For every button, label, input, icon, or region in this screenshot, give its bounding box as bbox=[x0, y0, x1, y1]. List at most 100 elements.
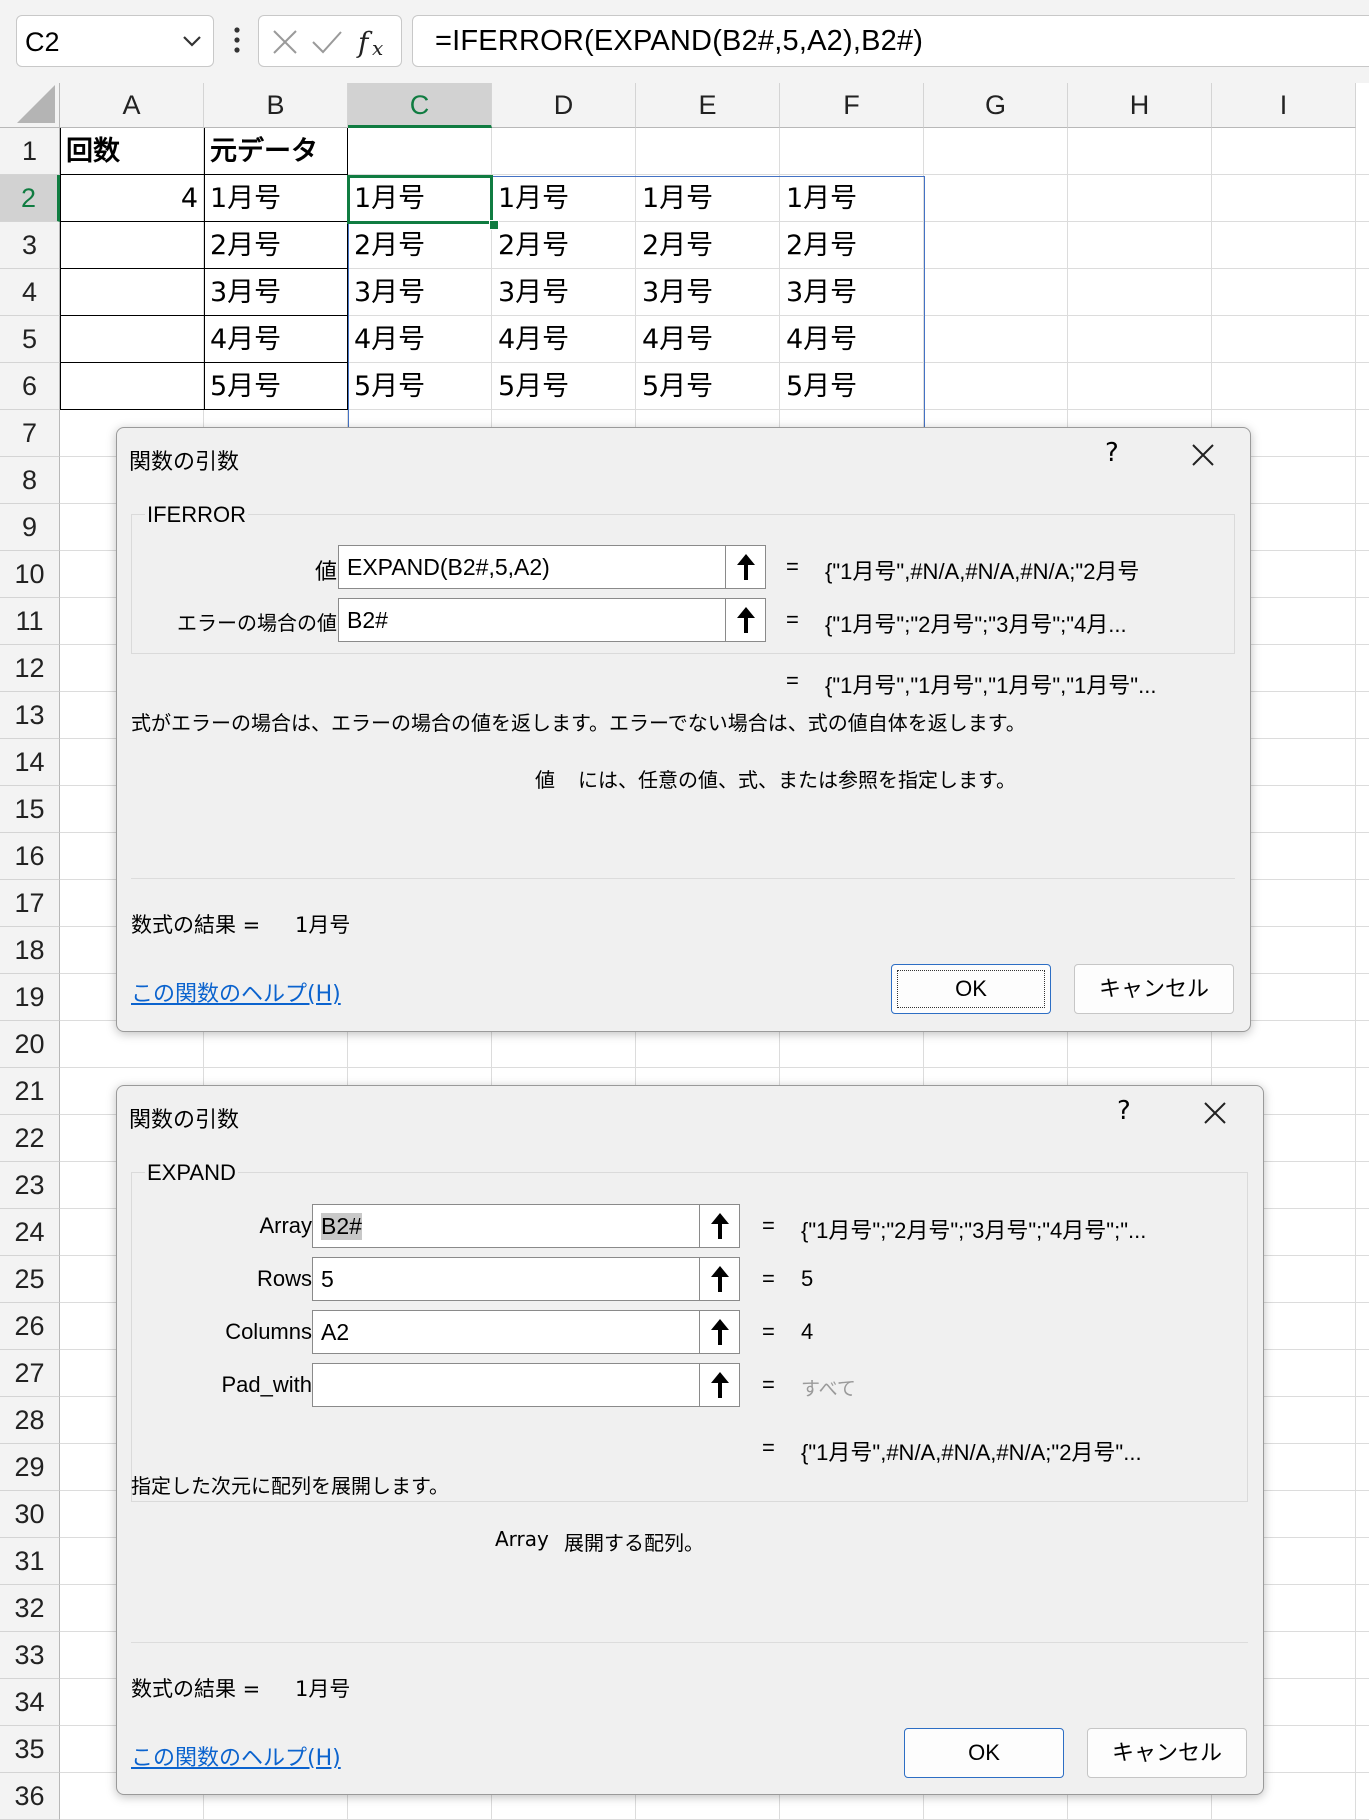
arrow-up-icon bbox=[737, 607, 755, 633]
row-header-5[interactable]: 5 bbox=[0, 316, 60, 363]
column-header-c[interactable]: C bbox=[348, 83, 492, 128]
row-header-9[interactable]: 9 bbox=[0, 504, 60, 551]
function-help-link[interactable]: この関数のヘルプ(H) bbox=[131, 976, 341, 1008]
function-name: IFERROR bbox=[145, 502, 248, 528]
ok-button[interactable]: OK bbox=[904, 1728, 1064, 1778]
select-all-corner[interactable] bbox=[0, 83, 60, 128]
column-header-h[interactable]: H bbox=[1068, 83, 1212, 128]
row-header-12[interactable]: 12 bbox=[0, 645, 60, 692]
arrow-up-icon bbox=[711, 1213, 729, 1239]
row-header-4[interactable]: 4 bbox=[0, 269, 60, 316]
arg-result: 4 bbox=[801, 1319, 814, 1344]
insert-function-icon[interactable]: fx bbox=[355, 22, 395, 62]
active-cell-c2[interactable] bbox=[347, 175, 493, 224]
row-header-33[interactable]: 33 bbox=[0, 1632, 60, 1679]
row-header-11[interactable]: 11 bbox=[0, 598, 60, 645]
row-header-6[interactable]: 6 bbox=[0, 363, 60, 410]
function-description: 指定した次元に配列を展開します。 bbox=[131, 1474, 449, 1498]
collapse-dialog-button[interactable] bbox=[699, 1205, 739, 1247]
cell-b1[interactable]: 元データ bbox=[204, 128, 348, 175]
total-result: {"1月号",#N/A,#N/A,#N/A;"2月号"... bbox=[801, 1440, 1142, 1465]
cancel-button[interactable]: キャンセル bbox=[1074, 964, 1234, 1014]
row-header-7[interactable]: 7 bbox=[0, 410, 60, 457]
arg-label-array: Array bbox=[259, 1213, 312, 1238]
row-header-28[interactable]: 28 bbox=[0, 1397, 60, 1444]
row-header-22[interactable]: 22 bbox=[0, 1115, 60, 1162]
enter-check-icon[interactable] bbox=[311, 28, 343, 56]
arg-input-columns[interactable]: A2 bbox=[312, 1310, 740, 1354]
column-header-a[interactable]: A bbox=[60, 83, 204, 128]
row-header-1[interactable]: 1 bbox=[0, 128, 60, 175]
arg-input-array[interactable]: B2# bbox=[312, 1204, 740, 1248]
row-header-36[interactable]: 36 bbox=[0, 1773, 60, 1820]
row-header-20[interactable]: 20 bbox=[0, 1021, 60, 1068]
row-header-14[interactable]: 14 bbox=[0, 739, 60, 786]
row-header-19[interactable]: 19 bbox=[0, 974, 60, 1021]
cell-a1[interactable]: 回数 bbox=[60, 128, 204, 175]
arg-label-pad-with: Pad_with bbox=[221, 1372, 312, 1397]
ok-button[interactable]: OK bbox=[891, 964, 1051, 1014]
row-header-16[interactable]: 16 bbox=[0, 833, 60, 880]
column-header-g[interactable]: G bbox=[924, 83, 1068, 128]
column-header-i[interactable]: I bbox=[1212, 83, 1356, 128]
help-question-icon[interactable]: ? bbox=[1117, 1096, 1131, 1126]
arg-input-rows[interactable]: 5 bbox=[312, 1257, 740, 1301]
arg-equals: = bbox=[786, 607, 799, 632]
fill-handle[interactable] bbox=[489, 220, 499, 230]
cell-b6[interactable]: 5月号 bbox=[204, 363, 348, 410]
row-header-30[interactable]: 30 bbox=[0, 1491, 60, 1538]
collapse-dialog-button[interactable] bbox=[699, 1364, 739, 1406]
row-header-10[interactable]: 10 bbox=[0, 551, 60, 598]
cell-b4[interactable]: 3月号 bbox=[204, 269, 348, 316]
arg-input-value[interactable]: EXPAND(B2#,5,A2) bbox=[338, 545, 766, 589]
formula-buttons: fx bbox=[258, 15, 402, 67]
collapse-dialog-button[interactable] bbox=[725, 599, 765, 641]
arg-value-text: B2# bbox=[321, 1213, 362, 1240]
row-header-3[interactable]: 3 bbox=[0, 222, 60, 269]
name-box[interactable]: C2 bbox=[16, 15, 214, 67]
close-icon[interactable] bbox=[1200, 1098, 1230, 1128]
row-header-2[interactable]: 2 bbox=[0, 175, 60, 222]
arg-label-columns: Columns bbox=[225, 1319, 312, 1344]
formula-input[interactable]: =IFERROR(EXPAND(B2#,5,A2),B2#) bbox=[412, 15, 1369, 67]
row-header-26[interactable]: 26 bbox=[0, 1303, 60, 1350]
row-header-18[interactable]: 18 bbox=[0, 927, 60, 974]
column-header-f[interactable]: F bbox=[780, 83, 924, 128]
row-header-35[interactable]: 35 bbox=[0, 1726, 60, 1773]
cancel-icon[interactable] bbox=[271, 28, 299, 56]
row-header-8[interactable]: 8 bbox=[0, 457, 60, 504]
column-header-b[interactable]: B bbox=[204, 83, 348, 128]
close-icon[interactable] bbox=[1188, 440, 1218, 470]
more-options-icon[interactable] bbox=[232, 22, 242, 58]
arg-input-pad-with[interactable] bbox=[312, 1363, 740, 1407]
column-header-d[interactable]: D bbox=[492, 83, 636, 128]
row-header-31[interactable]: 31 bbox=[0, 1538, 60, 1585]
collapse-dialog-button[interactable] bbox=[699, 1311, 739, 1353]
arg-label-value: 値 bbox=[314, 559, 337, 584]
row-header-25[interactable]: 25 bbox=[0, 1256, 60, 1303]
row-header-24[interactable]: 24 bbox=[0, 1209, 60, 1256]
row-header-13[interactable]: 13 bbox=[0, 692, 60, 739]
function-help-link[interactable]: この関数のヘルプ(H) bbox=[131, 1740, 341, 1772]
arg-input-value-if-error[interactable]: B2# bbox=[338, 598, 766, 642]
column-header-e[interactable]: E bbox=[636, 83, 780, 128]
cell-b2[interactable]: 1月号 bbox=[204, 175, 348, 222]
row-header-23[interactable]: 23 bbox=[0, 1162, 60, 1209]
row-header-34[interactable]: 34 bbox=[0, 1679, 60, 1726]
arg-result: 5 bbox=[801, 1266, 814, 1291]
cell-b3[interactable]: 2月号 bbox=[204, 222, 348, 269]
row-header-17[interactable]: 17 bbox=[0, 880, 60, 927]
cell-a2[interactable]: 4 bbox=[60, 175, 204, 222]
row-header-32[interactable]: 32 bbox=[0, 1585, 60, 1632]
help-question-icon[interactable]: ? bbox=[1105, 438, 1119, 468]
row-header-15[interactable]: 15 bbox=[0, 786, 60, 833]
collapse-dialog-button[interactable] bbox=[699, 1258, 739, 1300]
cell-b5[interactable]: 4月号 bbox=[204, 316, 348, 363]
cancel-button[interactable]: キャンセル bbox=[1087, 1728, 1247, 1778]
row-header-27[interactable]: 27 bbox=[0, 1350, 60, 1397]
function-description: 式がエラーの場合は、エラーの場合の値を返します。エラーでない場合は、式の値自体を… bbox=[131, 711, 1026, 735]
collapse-dialog-button[interactable] bbox=[725, 546, 765, 588]
row-header-29[interactable]: 29 bbox=[0, 1444, 60, 1491]
total-equals: = bbox=[786, 668, 799, 693]
row-header-21[interactable]: 21 bbox=[0, 1068, 60, 1115]
